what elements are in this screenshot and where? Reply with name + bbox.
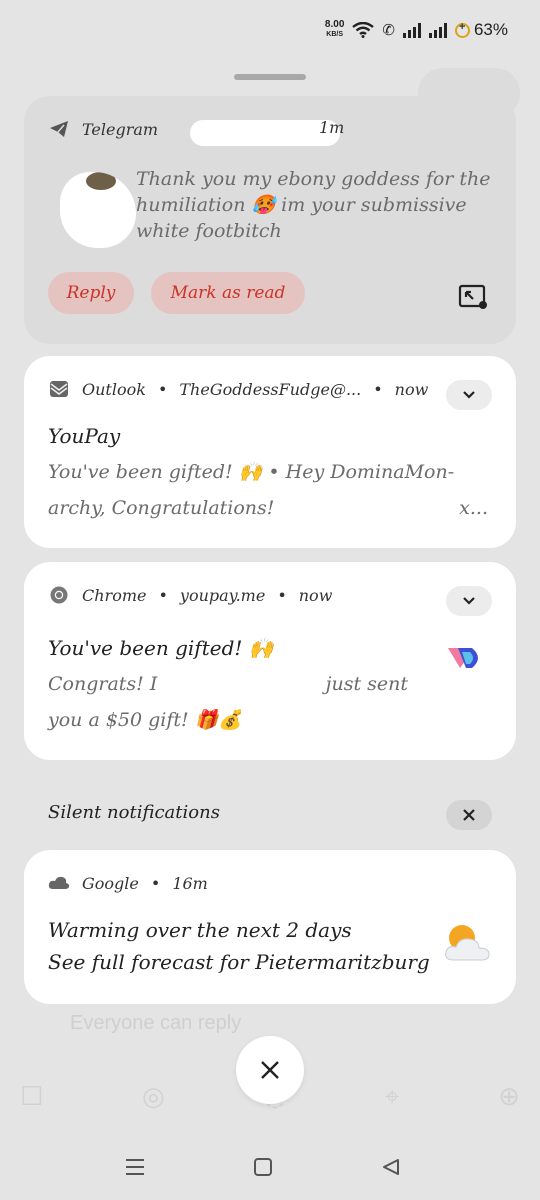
body-line: See full forecast for Pietermaritzburg bbox=[48, 950, 430, 974]
reply-button[interactable]: Reply bbox=[48, 272, 134, 314]
recent-apps-button[interactable] bbox=[122, 1154, 148, 1180]
wifi-call-icon: ✆ bbox=[382, 21, 395, 39]
outlook-icon bbox=[48, 378, 70, 400]
separator: • bbox=[373, 379, 383, 399]
body-line: Warming over the next 2 days bbox=[48, 918, 352, 942]
time-label: now bbox=[298, 585, 333, 605]
separator: • bbox=[277, 585, 287, 605]
time-label: now bbox=[394, 379, 429, 399]
notification-title: YouPay bbox=[48, 424, 121, 448]
notification-header: Google • 16m bbox=[48, 872, 208, 894]
notification-time: 1m bbox=[319, 118, 344, 137]
clear-silent-button[interactable] bbox=[446, 800, 492, 830]
body-line: you a $50 gift! 🎁💰 bbox=[48, 709, 243, 731]
cloud-icon bbox=[48, 872, 70, 894]
youpay-logo-icon bbox=[448, 648, 478, 668]
picture-in-picture-icon[interactable] bbox=[458, 284, 488, 310]
notification-header: Telegram bbox=[48, 118, 158, 140]
background-reply-prompt: Everyone can reply bbox=[70, 1012, 242, 1034]
account-name: TheGoddessFudge@... bbox=[179, 379, 362, 399]
status-bar: 8.00 KB/S ✆ 63% bbox=[0, 0, 540, 62]
time-label: 16m bbox=[172, 873, 208, 893]
notification-body: Warming over the next 2 days See full fo… bbox=[48, 914, 430, 978]
home-button[interactable] bbox=[250, 1154, 276, 1180]
chevron-down-icon bbox=[463, 597, 475, 605]
signal-icon-2 bbox=[428, 22, 447, 38]
close-icon bbox=[261, 1061, 279, 1079]
battery-percent: 63% bbox=[473, 20, 508, 39]
time-label: 1m bbox=[319, 118, 345, 137]
back-triangle-icon bbox=[383, 1159, 399, 1175]
site-name: youpay.me bbox=[179, 585, 266, 605]
home-square-icon bbox=[254, 1158, 272, 1176]
expand-button[interactable] bbox=[446, 380, 492, 410]
notification-header: Chrome • youpay.me • now bbox=[48, 584, 332, 606]
separator: • bbox=[150, 873, 161, 893]
avatar bbox=[60, 172, 136, 248]
separator: • bbox=[158, 585, 168, 605]
shade-drag-handle[interactable] bbox=[234, 74, 306, 80]
app-name: Outlook bbox=[82, 379, 146, 399]
message-text: Thank you my ebony goddess for the humil… bbox=[136, 168, 491, 242]
battery-saver-icon bbox=[454, 21, 470, 38]
background-toolbar-icon: ◎ bbox=[142, 1082, 165, 1112]
network-speed: 8.00 KB/S bbox=[325, 20, 344, 40]
notification-body: You've been gifted! 🙌 • Hey DominaMon- a… bbox=[48, 454, 488, 526]
battery-indicator: 63% bbox=[454, 20, 508, 40]
notification-header: Outlook • TheGoddessFudge@... • now bbox=[48, 378, 428, 400]
back-button[interactable] bbox=[378, 1154, 404, 1180]
body-line-trail: x... bbox=[459, 497, 488, 519]
signal-icon bbox=[402, 22, 421, 38]
notification-outlook[interactable]: Outlook • TheGoddessFudge@... • now YouP… bbox=[24, 356, 516, 548]
app-name: Telegram bbox=[82, 119, 159, 139]
partly-cloudy-icon bbox=[445, 925, 490, 961]
body-line-start: Congrats! I bbox=[48, 673, 158, 695]
body-line: Congrats! I just sent bbox=[48, 666, 408, 702]
body-line: You've been gifted! 🙌 • Hey DominaMon- bbox=[48, 461, 455, 483]
app-name: Google bbox=[82, 873, 139, 893]
background-toolbar-icon: ☐ bbox=[20, 1082, 44, 1112]
separator: • bbox=[157, 379, 168, 399]
network-speed-unit: KB/S bbox=[326, 31, 344, 38]
notification-google[interactable]: Google • 16m Warming over the next 2 day… bbox=[24, 850, 516, 1004]
chevron-down-icon bbox=[463, 391, 475, 399]
expand-button[interactable] bbox=[446, 586, 492, 616]
silent-notifications-heading: Silent notifications bbox=[48, 802, 220, 823]
network-speed-value: 8.00 bbox=[324, 19, 345, 30]
redacted-sender bbox=[190, 120, 340, 146]
telegram-icon bbox=[48, 118, 70, 140]
notification-chrome[interactable]: Chrome • youpay.me • now You've been gif… bbox=[24, 562, 516, 760]
background-toolbar-icon: ⊕ bbox=[498, 1082, 520, 1112]
app-name: Chrome bbox=[82, 585, 147, 605]
body-line-text: archy, Congratulations! bbox=[48, 497, 275, 519]
body-line-end: just sent bbox=[325, 673, 408, 695]
system-navigation-bar bbox=[0, 1148, 540, 1188]
chrome-icon bbox=[48, 584, 70, 606]
wifi-icon bbox=[352, 22, 375, 38]
body-line: archy, Congratulations! x... bbox=[48, 490, 488, 526]
notification-telegram[interactable]: Telegram 1m Thank you my ebony goddess f… bbox=[24, 96, 516, 344]
mark-as-read-button[interactable]: Mark as read bbox=[151, 272, 305, 314]
notification-title: You've been gifted! 🙌 bbox=[48, 636, 274, 660]
notification-body: Congrats! I just sent you a $50 gift! 🎁💰 bbox=[48, 666, 408, 738]
clear-all-button[interactable] bbox=[236, 1036, 304, 1104]
menu-icon bbox=[126, 1159, 144, 1175]
close-icon bbox=[463, 809, 475, 821]
background-toolbar-icon: ⌖ bbox=[384, 1082, 400, 1112]
